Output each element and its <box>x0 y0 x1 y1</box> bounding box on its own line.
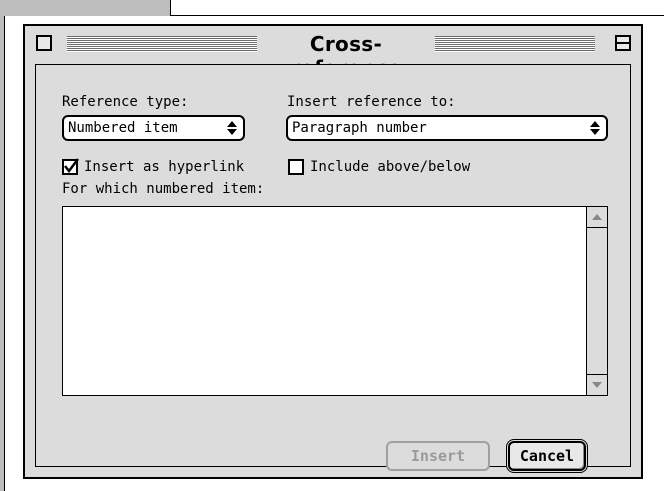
background-left-strip <box>0 16 5 491</box>
dialog-content: Reference type: Numbered item Insert ref… <box>35 64 631 471</box>
title-stripes-right <box>435 36 595 52</box>
insert-as-hyperlink-label[interactable]: Insert as hyperlink <box>84 158 244 176</box>
vertical-scrollbar[interactable] <box>586 207 607 395</box>
insert-reference-to-label: Insert reference to: <box>287 94 456 110</box>
popup-arrows-icon <box>590 120 600 136</box>
include-above-below-label[interactable]: Include above/below <box>310 158 470 176</box>
reference-type-popup[interactable]: Numbered item <box>62 115 245 141</box>
background-tab <box>0 0 171 16</box>
reference-type-label: Reference type: <box>62 94 189 110</box>
title-stripes-left <box>67 36 257 52</box>
reference-type-value: Numbered item <box>68 120 178 136</box>
collapse-box-icon[interactable] <box>615 35 631 51</box>
insert-reference-to-value: Paragraph number <box>292 120 427 136</box>
popup-arrows-icon <box>227 120 237 136</box>
include-above-below-checkbox[interactable] <box>288 159 304 175</box>
checkmark-icon <box>64 158 79 174</box>
cross-reference-dialog: Cross-reference Reference type: Numbered… <box>23 24 643 479</box>
scroll-up-arrow-icon[interactable] <box>587 207 607 228</box>
title-bar[interactable]: Cross-reference <box>25 26 641 80</box>
insert-reference-to-popup[interactable]: Paragraph number <box>286 115 608 141</box>
insert-button[interactable]: Insert <box>386 441 490 471</box>
background-divider <box>170 15 664 16</box>
scroll-down-arrow-icon[interactable] <box>587 374 607 395</box>
cancel-button[interactable]: Cancel <box>508 441 586 471</box>
numbered-item-list[interactable] <box>62 206 608 396</box>
numbered-item-list-label: For which numbered item: <box>62 181 265 197</box>
insert-as-hyperlink-checkbox[interactable] <box>62 158 79 175</box>
close-box-icon[interactable] <box>36 35 52 51</box>
